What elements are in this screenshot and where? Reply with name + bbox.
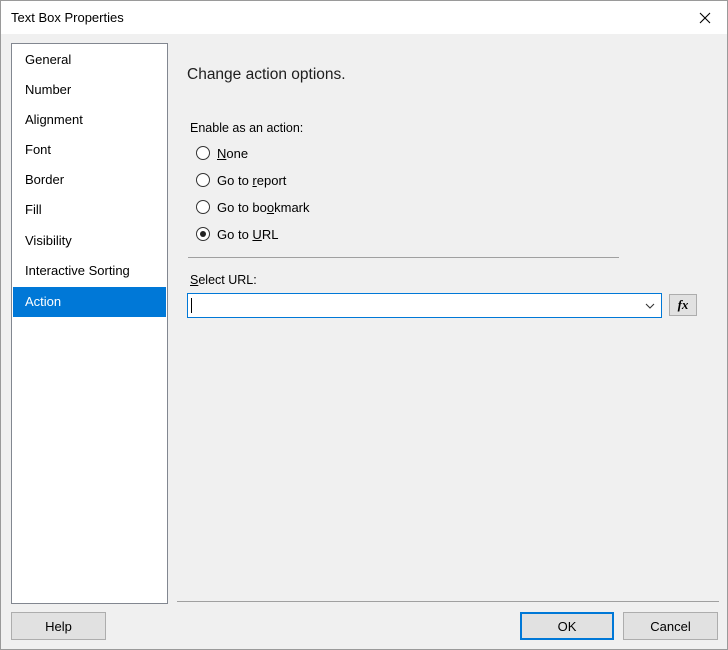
title-bar: Text Box Properties (1, 1, 727, 34)
url-input[interactable] (188, 294, 638, 317)
enable-action-label: Enable as an action: (190, 121, 304, 135)
radio-go-to-report-label: Go to report (217, 172, 287, 188)
radio-go-to-bookmark-label: Go to bookmark (217, 199, 310, 215)
radio-go-to-bookmark[interactable]: Go to bookmark (196, 197, 310, 217)
nav-item-number[interactable]: Number (13, 75, 166, 105)
expression-button[interactable]: fx (669, 294, 697, 316)
nav-item-font[interactable]: Font (13, 135, 166, 165)
nav-item-general[interactable]: General (13, 45, 166, 75)
page-heading: Change action options. (187, 66, 346, 83)
properties-nav-list: General Number Alignment Font Border Fil… (11, 43, 168, 604)
text-box-properties-dialog: Text Box Properties General Number Align… (0, 0, 728, 650)
text-caret (191, 298, 192, 313)
radio-none-button[interactable] (196, 146, 210, 160)
nav-item-action[interactable]: Action (13, 287, 166, 317)
radio-none-label: None (217, 145, 249, 161)
nav-item-alignment[interactable]: Alignment (13, 105, 166, 135)
close-icon (699, 12, 711, 23)
radio-go-to-report-button[interactable] (196, 173, 210, 187)
section-divider (188, 257, 619, 258)
radio-none[interactable]: None (196, 143, 248, 163)
close-button[interactable] (683, 1, 727, 34)
ok-button[interactable]: OK (520, 612, 614, 640)
radio-go-to-url-button[interactable] (196, 227, 210, 241)
nav-item-border[interactable]: Border (13, 165, 166, 195)
select-url-label: Select URL: (190, 273, 257, 287)
url-dropdown-button[interactable] (641, 294, 659, 317)
radio-go-to-report[interactable]: Go to report (196, 170, 286, 190)
dialog-title: Text Box Properties (11, 10, 124, 25)
help-button[interactable]: Help (11, 612, 106, 640)
radio-go-to-bookmark-button[interactable] (196, 200, 210, 214)
nav-item-fill[interactable]: Fill (13, 195, 166, 225)
footer-divider (177, 601, 719, 602)
radio-go-to-url[interactable]: Go to URL (196, 224, 278, 244)
cancel-button[interactable]: Cancel (623, 612, 718, 640)
nav-item-visibility[interactable]: Visibility (13, 226, 166, 256)
chevron-down-icon (645, 303, 655, 309)
radio-go-to-url-label: Go to URL (217, 226, 279, 242)
nav-item-interactive-sorting[interactable]: Interactive Sorting (13, 256, 166, 286)
function-icon: fx (677, 297, 689, 312)
select-url-combobox[interactable] (187, 293, 662, 318)
